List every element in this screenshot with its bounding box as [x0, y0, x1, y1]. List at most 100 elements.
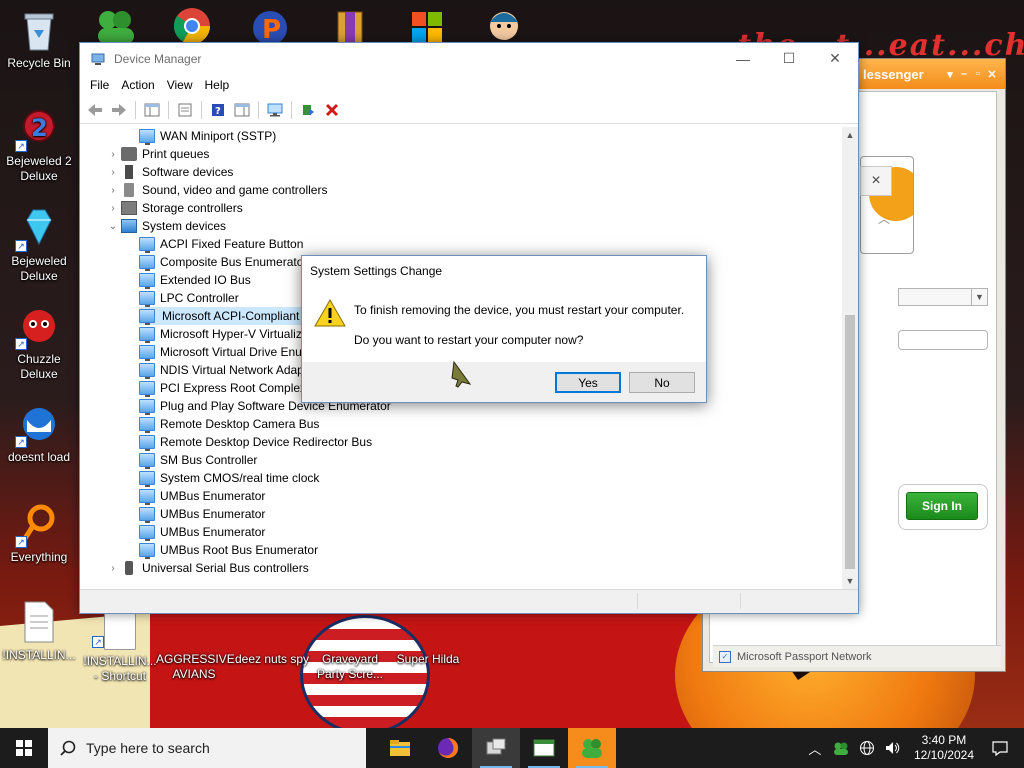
menu-help[interactable]: Help: [199, 78, 236, 92]
tree-row-label: UMBus Enumerator: [160, 525, 266, 539]
scrollbar-thumb[interactable]: [845, 315, 855, 569]
tree-row[interactable]: Extended IO Bus: [139, 271, 251, 289]
tree-row[interactable]: WAN Miniport (SSTP): [139, 127, 276, 145]
messenger-footer: ✓ Microsoft Passport Network: [713, 645, 1001, 667]
desktop-icon-bejeweled-deluxe[interactable]: ↗ Bejeweled Deluxe: [1, 206, 77, 284]
expand-chevron-icon[interactable]: ›: [105, 149, 121, 160]
no-button[interactable]: No: [629, 372, 695, 393]
tree-row[interactable]: Remote Desktop Camera Bus: [139, 415, 319, 433]
messenger-minimize-icon[interactable]: –: [957, 68, 971, 80]
menu-view[interactable]: View: [161, 78, 199, 92]
taskbar-search-box[interactable]: Type here to search: [48, 728, 366, 768]
tree-row[interactable]: UMBus Enumerator: [139, 505, 265, 523]
tree-row[interactable]: UMBus Root Bus Enumerator: [139, 541, 318, 559]
chevron-up-icon[interactable]: ︿: [806, 739, 824, 757]
expand-chevron-icon[interactable]: ›: [105, 563, 121, 574]
taskbar-window-app[interactable]: [520, 728, 568, 768]
language-globe-icon[interactable]: [858, 739, 876, 757]
shortcut-arrow-icon: ↗: [15, 436, 27, 448]
messenger-close-icon[interactable]: ✕: [985, 68, 999, 81]
update-driver-icon[interactable]: [297, 99, 319, 121]
minimize-button[interactable]: —: [720, 43, 766, 74]
show-hide-action-pane-icon[interactable]: [231, 99, 253, 121]
tree-row[interactable]: SM Bus Controller: [139, 451, 257, 469]
messenger-buddies-icon[interactable]: [92, 8, 138, 44]
chevron-down-icon[interactable]: ▼: [971, 289, 987, 305]
tree-row[interactable]: System CMOS/real time clock: [139, 469, 319, 487]
desktop-icon-installin-1[interactable]: !INSTALLIN...: [1, 600, 77, 663]
messenger-popup-close-button[interactable]: ×: [860, 166, 892, 196]
desktop-icon-everything[interactable]: ↗ Everything: [1, 502, 77, 565]
expand-chevron-icon[interactable]: ›: [105, 203, 121, 214]
menu-file[interactable]: File: [84, 78, 115, 92]
system-settings-change-dialog[interactable]: System Settings Change To finish removin…: [301, 255, 707, 403]
tree-row[interactable]: UMBus Enumerator: [139, 487, 265, 505]
tree-row[interactable]: › Universal Serial Bus controllers: [105, 559, 309, 577]
tree-row[interactable]: › Sound, video and game controllers: [105, 181, 327, 199]
taskbar-clock[interactable]: 3:40 PM 12/10/2024: [910, 733, 978, 763]
chrome-icon[interactable]: [172, 6, 212, 46]
desktop-icon-label: !INSTALLIN...: [2, 648, 76, 662]
expand-chevron-icon[interactable]: ›: [105, 167, 121, 178]
maximize-button[interactable]: ☐: [766, 43, 812, 74]
tree-scrollbar[interactable]: ▲ ▼: [842, 127, 858, 589]
taskbar-file-explorer[interactable]: [376, 728, 424, 768]
start-button[interactable]: [0, 728, 48, 768]
scroll-down-arrow-icon[interactable]: ▼: [842, 573, 858, 589]
tree-row[interactable]: › Storage controllers: [105, 199, 243, 217]
taskbar-msn-messenger[interactable]: [568, 728, 616, 768]
uninstall-device-icon[interactable]: [321, 99, 343, 121]
desktop-icon-recycle-bin[interactable]: Recycle Bin: [1, 8, 77, 71]
close-button[interactable]: ✕: [812, 43, 858, 74]
desktop-icon-bejeweled-2-deluxe[interactable]: 2 ↗ Bejeweled 2 Deluxe: [1, 106, 77, 184]
properties-icon[interactable]: [174, 99, 196, 121]
help-icon[interactable]: ?: [207, 99, 229, 121]
messenger-account-dropdown[interactable]: ▼: [898, 288, 988, 306]
taskbar-device-manager[interactable]: [472, 728, 520, 768]
tree-row[interactable]: Composite Bus Enumerator: [139, 253, 307, 271]
desktop-icon-label: doesnt load: [7, 450, 71, 464]
device-manager-titlebar[interactable]: Device Manager — ☐ ✕: [80, 43, 858, 74]
expand-chevron-icon[interactable]: ›: [105, 185, 121, 196]
cartoon-game-icon[interactable]: [484, 8, 524, 44]
back-arrow-icon[interactable]: [84, 99, 106, 121]
messenger-signin-button[interactable]: Sign In: [906, 492, 978, 520]
desktop-icon-doesnt-load[interactable]: ↗ doesnt load: [1, 402, 77, 465]
tree-row[interactable]: Remote Desktop Device Redirector Bus: [139, 433, 372, 451]
tree-row[interactable]: ⌄ System devices: [105, 217, 226, 235]
volume-icon[interactable]: [884, 739, 902, 757]
tree-row[interactable]: ACPI Fixed Feature Button: [139, 235, 303, 253]
collapse-chevron-icon[interactable]: ⌄: [105, 221, 121, 232]
show-hide-console-tree-icon[interactable]: [141, 99, 163, 121]
tree-row[interactable]: › Print queues: [105, 145, 209, 163]
desktop-icon-installin-shortcut[interactable]: ↗ !INSTALLIN... - Shortcut: [82, 606, 158, 684]
messenger-tray-icon[interactable]: [832, 739, 850, 757]
tree-row-label: UMBus Enumerator: [160, 507, 266, 521]
messenger-maximize-icon[interactable]: ▫: [971, 68, 985, 80]
windows-store-icon[interactable]: [410, 10, 444, 44]
desktop-icon-super-hilda[interactable]: Super Hilda: [390, 652, 466, 667]
desktop-icon-label: Everything: [10, 550, 68, 564]
messenger-password-field[interactable]: [898, 330, 988, 350]
desktop-icon-aggressive-avians[interactable]: AGGRESSIVE AVIANS: [156, 652, 235, 682]
tree-row[interactable]: › Software devices: [105, 163, 233, 181]
tree-row[interactable]: PCI Express Root Complex: [139, 379, 306, 397]
desktop-icon-deez-nuts-spy[interactable]: deez nuts spy: [234, 652, 310, 667]
p-app-icon[interactable]: P: [250, 6, 294, 46]
desktop-icon-graveyard-party[interactable]: Graveyard Party Scre...: [312, 652, 388, 682]
scroll-up-arrow-icon[interactable]: ▲: [842, 127, 858, 143]
desktop-icon-chuzzle-deluxe[interactable]: ↗ Chuzzle Deluxe: [1, 304, 77, 382]
taskbar-firefox[interactable]: [424, 728, 472, 768]
dialog-title: System Settings Change: [310, 264, 443, 278]
monitor-device-icon: [139, 435, 155, 451]
tree-row[interactable]: LPC Controller: [139, 289, 239, 307]
tree-row[interactable]: UMBus Enumerator: [139, 523, 265, 541]
scan-hardware-changes-icon[interactable]: [264, 99, 286, 121]
messenger-menu-icon[interactable]: ▾: [943, 68, 957, 81]
winrar-icon[interactable]: [336, 10, 366, 46]
messenger-scroll-up-icon[interactable]: ︿: [878, 210, 890, 227]
notification-center-icon[interactable]: [986, 728, 1014, 768]
forward-arrow-icon[interactable]: [108, 99, 130, 121]
menu-action[interactable]: Action: [115, 78, 160, 92]
yes-button[interactable]: Yes: [555, 372, 621, 393]
